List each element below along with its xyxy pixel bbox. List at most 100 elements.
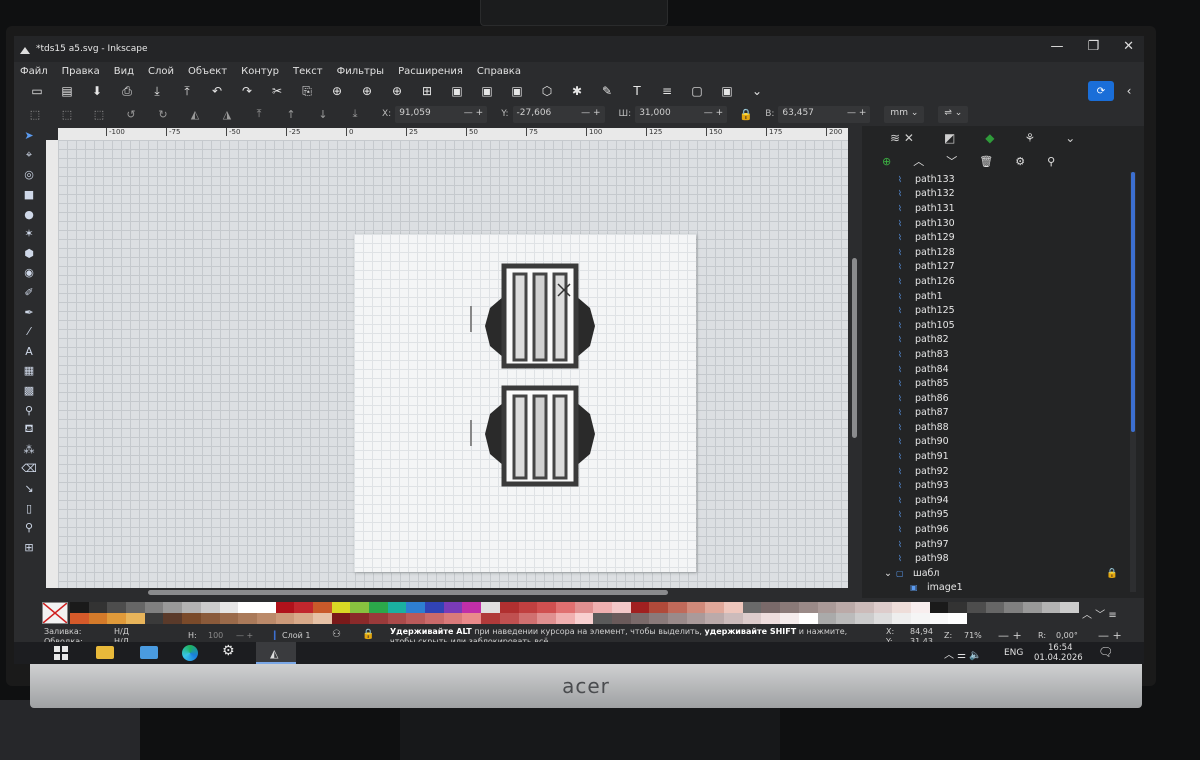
pages-tool-icon[interactable]: ▯: [14, 498, 44, 518]
color-swatch[interactable]: [985, 602, 1005, 613]
color-swatch[interactable]: [219, 602, 239, 613]
stepper-icon[interactable]: — +: [704, 108, 723, 121]
fill-stroke-icon[interactable]: ✎: [592, 84, 622, 98]
text-tool-icon[interactable]: A: [14, 342, 44, 362]
pencil-tool-icon[interactable]: ✐: [14, 283, 44, 303]
unit-select[interactable]: mm ⌄: [884, 105, 925, 123]
zoom-selection-icon[interactable]: ⊕: [322, 84, 352, 98]
menu-text[interactable]: Текст: [293, 66, 323, 77]
color-swatch[interactable]: [649, 602, 668, 613]
color-swatch[interactable]: [70, 613, 89, 624]
color-swatch[interactable]: [724, 613, 743, 624]
color-swatch[interactable]: [686, 613, 706, 624]
horizontal-scrollbar[interactable]: [58, 588, 848, 598]
object-row[interactable]: ⌇ path92: [862, 464, 1132, 479]
eraser-tool-icon[interactable]: ⌫: [14, 459, 44, 479]
vertical-ruler[interactable]: [46, 140, 58, 588]
color-swatch[interactable]: [107, 613, 127, 624]
paint-bucket-tool-icon[interactable]: ⛾: [14, 420, 44, 440]
raise-icon[interactable]: ↑: [278, 108, 304, 121]
color-swatch[interactable]: [1004, 602, 1024, 613]
color-swatch[interactable]: [387, 602, 407, 613]
node-icon[interactable]: ⬡: [532, 84, 562, 98]
color-swatch[interactable]: [948, 602, 967, 613]
close-button[interactable]: ✕: [1123, 39, 1134, 54]
spray-tool-icon[interactable]: ⁂: [14, 440, 44, 460]
color-swatch[interactable]: [798, 613, 818, 624]
horizontal-scroll-thumb[interactable]: [148, 590, 668, 595]
vertical-scrollbar[interactable]: [848, 140, 862, 588]
flip-horizontal-icon[interactable]: ◭: [182, 108, 208, 121]
box3d-tool-icon[interactable]: ⬢: [14, 244, 44, 264]
object-row[interactable]: ⌇ path88: [862, 420, 1132, 435]
rotate-ccw-icon[interactable]: ↺: [118, 108, 144, 121]
color-swatch[interactable]: [593, 602, 612, 613]
color-swatch[interactable]: [574, 613, 594, 624]
color-swatch[interactable]: [668, 602, 687, 613]
xml-tab-icon[interactable]: ⚘: [1025, 131, 1036, 145]
color-swatch[interactable]: [668, 613, 687, 624]
color-swatch[interactable]: [462, 602, 482, 613]
color-swatch[interactable]: [873, 602, 893, 613]
undo-icon[interactable]: ↶: [202, 84, 232, 98]
artwork-bottom[interactable]: [485, 385, 595, 487]
zoom-input[interactable]: 71%: [964, 631, 982, 640]
menu-file[interactable]: Файл: [20, 66, 48, 77]
color-swatch[interactable]: [873, 613, 893, 624]
color-swatch[interactable]: [256, 602, 276, 613]
stepper-icon[interactable]: — +: [847, 108, 866, 121]
move-up-icon[interactable]: ︿: [913, 153, 924, 169]
color-swatch[interactable]: [537, 613, 556, 624]
duplicate-icon[interactable]: ▣: [502, 84, 532, 98]
color-swatch[interactable]: [892, 613, 911, 624]
clock-time[interactable]: 16:54: [1048, 643, 1073, 653]
object-row[interactable]: ⌇ path83: [862, 347, 1132, 362]
objects-scrollbar[interactable]: [1130, 172, 1136, 592]
horizontal-ruler[interactable]: -100 -75 -50 -25 0 25 50 75 100 125 150 175 200: [58, 128, 848, 140]
color-swatch[interactable]: [630, 602, 650, 613]
snap-toggle-button[interactable]: ⟳: [1088, 81, 1114, 101]
color-swatch[interactable]: [312, 613, 332, 624]
ellipse-tool-icon[interactable]: ●: [14, 204, 44, 224]
document-page[interactable]: [354, 234, 696, 572]
clock-date[interactable]: 01.04.2026: [1034, 653, 1083, 663]
color-swatch[interactable]: [1041, 602, 1061, 613]
pen-tool-icon[interactable]: ✒: [14, 302, 44, 322]
y-input[interactable]: -27,606 — +: [512, 105, 605, 123]
search-icon[interactable]: ⚲: [1047, 155, 1055, 168]
color-swatch[interactable]: [499, 602, 519, 613]
print-icon[interactable]: ⎙: [112, 84, 142, 99]
rotate-cw-icon[interactable]: ↻: [150, 108, 176, 121]
object-row[interactable]: ⌇ path94: [862, 493, 1132, 508]
edge-browser-icon[interactable]: [182, 645, 198, 661]
chevron-down-icon[interactable]: ⌄: [884, 568, 896, 579]
color-swatch[interactable]: [649, 613, 668, 624]
object-row[interactable]: ⌇ path95: [862, 508, 1132, 523]
color-swatch[interactable]: [574, 602, 594, 613]
object-row[interactable]: ⌇ path98: [862, 551, 1132, 566]
raise-to-top-icon[interactable]: ⤒: [246, 107, 272, 121]
object-row[interactable]: ⌇ path96: [862, 522, 1132, 537]
color-swatch[interactable]: [929, 613, 949, 624]
delete-icon[interactable]: 🗑: [979, 155, 993, 168]
xml-editor-icon[interactable]: ✱: [562, 84, 592, 98]
color-swatch[interactable]: [780, 613, 799, 624]
color-swatch[interactable]: [948, 613, 967, 624]
color-swatch[interactable]: [182, 613, 201, 624]
color-swatch[interactable]: [967, 602, 986, 613]
color-swatch[interactable]: [705, 613, 725, 624]
lower-icon[interactable]: ↓: [310, 108, 336, 121]
color-swatch[interactable]: [88, 613, 108, 624]
color-swatch[interactable]: [275, 613, 295, 624]
align-icon[interactable]: ≡: [652, 84, 682, 98]
input-language[interactable]: ENG: [1004, 648, 1023, 658]
color-swatch[interactable]: [294, 602, 313, 613]
color-swatch[interactable]: [219, 613, 239, 624]
palette-menu-icon[interactable]: ︿ ﹀ ≡: [1082, 606, 1117, 621]
color-swatch[interactable]: [200, 602, 220, 613]
settings-icon[interactable]: ⚙: [222, 643, 235, 659]
chevron-left-icon[interactable]: ‹: [1114, 84, 1144, 98]
object-row[interactable]: ⌇ path127: [862, 260, 1132, 275]
connector-tool-icon[interactable]: ↘: [14, 479, 44, 499]
color-swatch[interactable]: [742, 602, 762, 613]
